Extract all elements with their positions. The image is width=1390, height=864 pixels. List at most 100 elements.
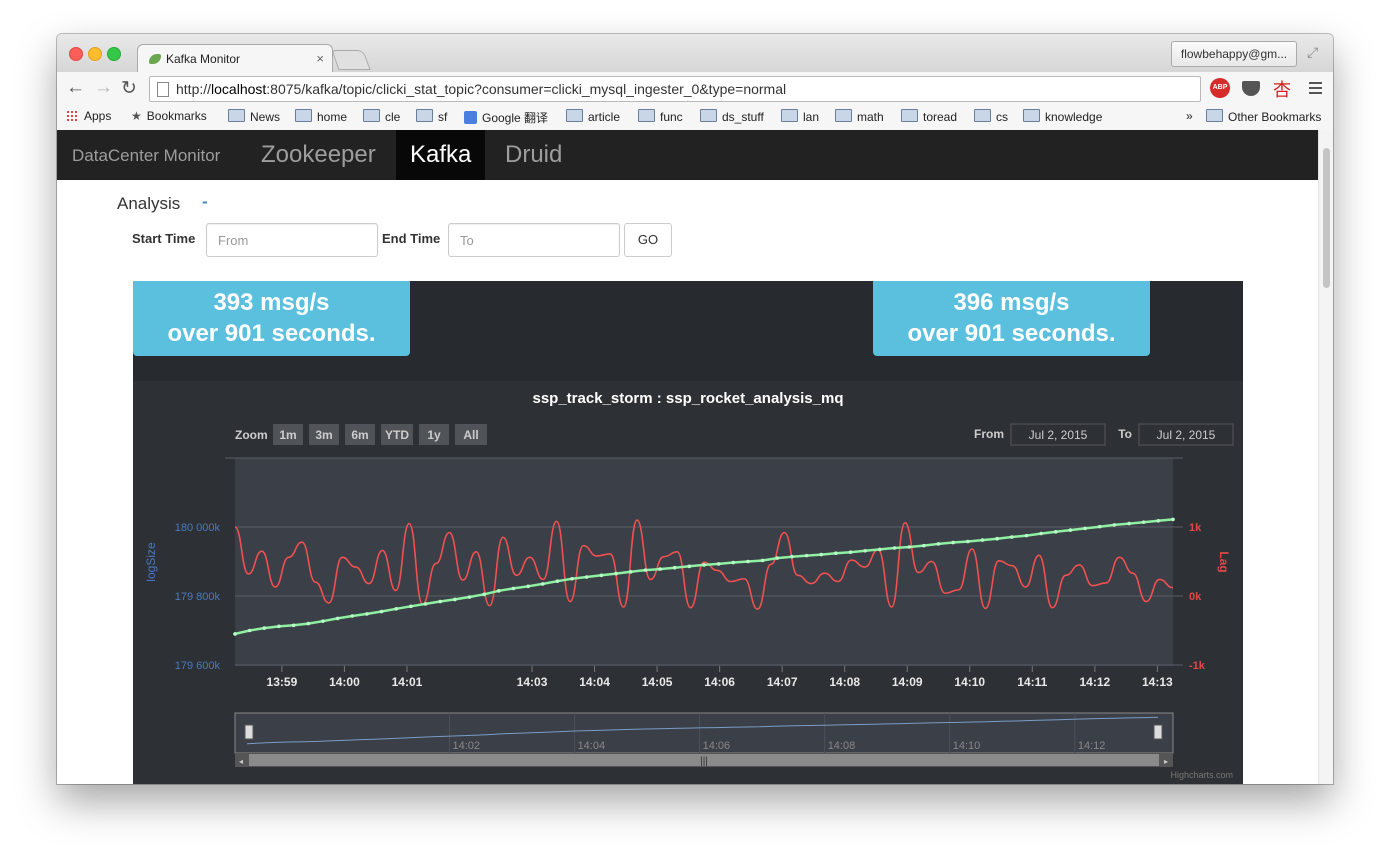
reload-icon[interactable]: ↻: [121, 77, 137, 100]
y-right-tick: 0k: [1189, 591, 1202, 603]
minimize-window-button[interactable]: [88, 47, 102, 61]
address-bar[interactable]: http://localhost:8075/kafka/topic/clicki…: [149, 76, 1201, 102]
adblock-icon[interactable]: ABP: [1210, 78, 1230, 98]
x-tick-label: 14:01: [392, 675, 423, 689]
logsize-point: [423, 602, 428, 606]
x-tick-label: 14:10: [954, 675, 985, 689]
fullscreen-icon[interactable]: ⤢: [1307, 44, 1318, 61]
logsize-point: [379, 609, 384, 614]
y-right-tick: 1k: [1189, 522, 1202, 534]
range-from-label: From: [974, 427, 1004, 441]
logsize-point: [584, 575, 589, 579]
navigator-tick: 14:08: [828, 740, 856, 752]
logsize-point: [702, 563, 706, 567]
x-tick-label: 14:11: [1017, 675, 1047, 689]
dictionary-extension-icon[interactable]: 杏: [1273, 76, 1293, 100]
x-tick-label: 14:13: [1142, 675, 1173, 689]
dashboard-panel: 393 msg/s over 901 seconds. 396 msg/s ov…: [133, 281, 1243, 784]
tab-close-icon[interactable]: ×: [316, 51, 324, 66]
bookmark-folder[interactable]: sf: [416, 109, 447, 124]
navigator-tick: 14:10: [953, 740, 981, 752]
back-icon[interactable]: ←: [66, 77, 85, 99]
page-content: DataCenter Monitor Zookeeper Kafka Druid…: [57, 130, 1333, 784]
folder-icon: [566, 109, 583, 122]
browser-toolbar: ← → ↻ http://localhost:8075/kafka/topic/…: [57, 72, 1333, 104]
pocket-icon[interactable]: [1242, 81, 1260, 96]
page-scroll-thumb[interactable]: [1323, 148, 1330, 288]
bookmark-google-translate[interactable]: Google 翻译: [464, 109, 548, 126]
navigator-tick: 14:06: [703, 740, 731, 752]
new-tab-button[interactable]: [331, 50, 371, 70]
bookmark-folder[interactable]: func: [638, 109, 683, 124]
bookmark-folder[interactable]: ds_stuff: [700, 109, 764, 124]
start-time-label: Start Time: [132, 231, 196, 246]
logsize-point: [1053, 530, 1058, 534]
url-text: http://localhost:8075/kafka/topic/clicki…: [176, 81, 787, 97]
x-tick-label: 14:12: [1079, 675, 1110, 689]
zoom-button-label: 1m: [279, 428, 296, 442]
zoom-window-button[interactable]: [107, 47, 121, 61]
google-translate-icon: [464, 111, 477, 124]
page-icon: [157, 82, 169, 97]
nav-druid[interactable]: Druid: [491, 130, 576, 180]
nav-kafka[interactable]: Kafka: [396, 130, 486, 180]
go-button[interactable]: GO: [624, 223, 672, 257]
range-to-value: Jul 2, 2015: [1157, 428, 1216, 442]
navigator-left-handle[interactable]: [244, 724, 254, 740]
logsize-point: [555, 579, 560, 583]
bookmark-folder[interactable]: cle: [363, 109, 400, 124]
logsize-point: [1141, 520, 1146, 524]
start-time-placeholder: From: [218, 233, 249, 248]
nav-zookeeper[interactable]: Zookeeper: [247, 130, 390, 180]
logsize-point: [321, 619, 325, 623]
bookmark-other[interactable]: Other Bookmarks: [1206, 109, 1321, 124]
folder-icon: [1023, 109, 1040, 122]
logsize-point: [511, 586, 516, 591]
bookmark-apps[interactable]: Apps: [66, 109, 111, 123]
chart-svg: ssp_track_storm : ssp_rocket_analysis_mq…: [144, 390, 1234, 780]
logsize-point: [467, 595, 472, 599]
more-bookmarks-chevron[interactable]: »: [1186, 109, 1193, 123]
section-title: Analysis: [117, 194, 181, 213]
logsize-point: [453, 597, 457, 602]
tab-title: Kafka Monitor: [166, 52, 241, 66]
browser-tab[interactable]: Kafka Monitor ×: [137, 44, 333, 73]
bookmark-folder[interactable]: article: [566, 109, 620, 124]
logsize-point: [614, 571, 618, 576]
logsize-point: [746, 559, 750, 564]
logsize-point: [834, 551, 838, 556]
bookmark-folder[interactable]: cs: [974, 109, 1008, 124]
logsize-point: [394, 606, 399, 611]
bookmark-folder[interactable]: News: [228, 109, 280, 124]
profile-button[interactable]: flowbehappy@gm...: [1171, 41, 1297, 67]
bookmarks-bar: Apps ★ Bookmarks News home cle sf Google …: [57, 104, 1333, 131]
logsize-point: [570, 576, 574, 581]
logsize-point: [951, 540, 955, 545]
menu-icon[interactable]: [1309, 82, 1322, 97]
bookmark-folder[interactable]: home: [295, 109, 347, 124]
start-time-input[interactable]: From: [206, 223, 378, 257]
x-tick-label: 14:08: [829, 675, 860, 689]
logsize-point: [980, 538, 985, 542]
end-time-input[interactable]: To: [448, 223, 620, 257]
scroll-right-icon[interactable]: ▸: [1164, 757, 1168, 766]
logsize-point: [775, 556, 780, 560]
page-scrollbar[interactable]: [1318, 130, 1333, 784]
scroll-left-icon[interactable]: ◂: [239, 757, 243, 766]
logsize-point: [628, 570, 633, 574]
forward-icon[interactable]: →: [94, 77, 113, 99]
bookmark-folder[interactable]: toread: [901, 109, 957, 124]
logsize-point: [878, 547, 882, 552]
logsize-point: [892, 546, 897, 550]
bookmark-folder[interactable]: math: [835, 109, 884, 124]
close-window-button[interactable]: [69, 47, 83, 61]
bookmark-folder[interactable]: lan: [781, 109, 819, 124]
collapse-toggle[interactable]: -: [202, 192, 208, 212]
y-right-title: Lag: [1217, 551, 1231, 572]
navigator-right-handle[interactable]: [1153, 724, 1163, 740]
brand-link[interactable]: DataCenter Monitor: [72, 146, 220, 166]
logsize-point: [1171, 517, 1175, 522]
bookmark-folder[interactable]: knowledge: [1023, 109, 1102, 124]
logsize-point: [409, 604, 413, 609]
bookmark-bookmarks[interactable]: ★ Bookmarks: [131, 109, 207, 123]
